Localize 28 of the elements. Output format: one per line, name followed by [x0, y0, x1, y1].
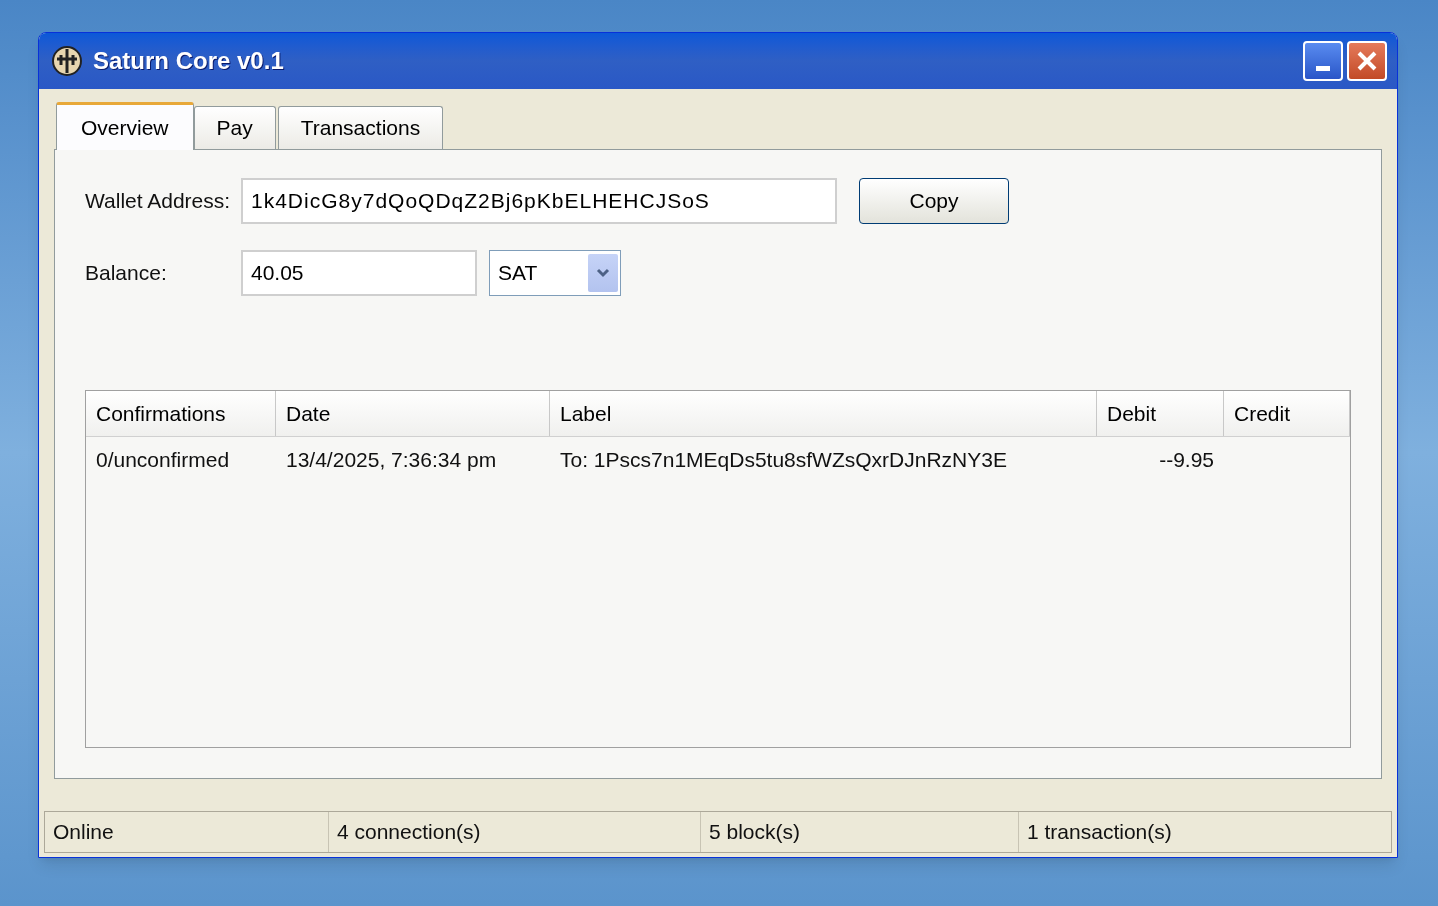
column-header[interactable]: Date [276, 391, 550, 436]
field-label: Balance: [85, 260, 168, 287]
app-logo-icon [51, 45, 83, 77]
address-field[interactable]: 1k4DicG8y7dQoQDqZ2Bj6pKbELHEHCJSoS [241, 178, 837, 224]
close-icon [1356, 50, 1378, 72]
unit-dropdown[interactable]: SAT [489, 250, 621, 296]
field-label: Wallet Address: [85, 188, 232, 215]
tab[interactable]: Overview [56, 102, 194, 150]
tab[interactable]: Transactions [277, 106, 444, 149]
status-text: 4 connection(s) [337, 819, 481, 846]
column-header[interactable]: Label [550, 391, 1097, 436]
column-header[interactable]: Confirmations [86, 391, 276, 436]
status-text: 5 block(s) [709, 819, 801, 846]
column-header[interactable]: Credit [1224, 391, 1350, 436]
table-cell-text: To: 1Pscs7n1MEqDs5tu8sfWZsQxrDJnRzNY3E [560, 447, 1007, 474]
table-cell-text: 13/4/2025, 7:36:34 pm [286, 447, 497, 474]
minimize-icon [1316, 66, 1330, 71]
status-text: Online [53, 819, 114, 846]
status-text: 1 transaction(s) [1027, 819, 1172, 846]
close-button[interactable] [1347, 41, 1387, 81]
tab[interactable]: Pay [193, 106, 276, 149]
minimize-button[interactable] [1303, 41, 1343, 81]
window-title: Saturn Core v0.1 [93, 46, 284, 76]
balance-field[interactable]: 40.05 [241, 250, 477, 296]
table-cell-text: --9.95 [1159, 447, 1214, 474]
copy-button[interactable]: Copy [859, 178, 1009, 224]
column-header[interactable]: Debit [1097, 391, 1224, 436]
table-cell-text: 0/unconfirmed [96, 447, 230, 474]
